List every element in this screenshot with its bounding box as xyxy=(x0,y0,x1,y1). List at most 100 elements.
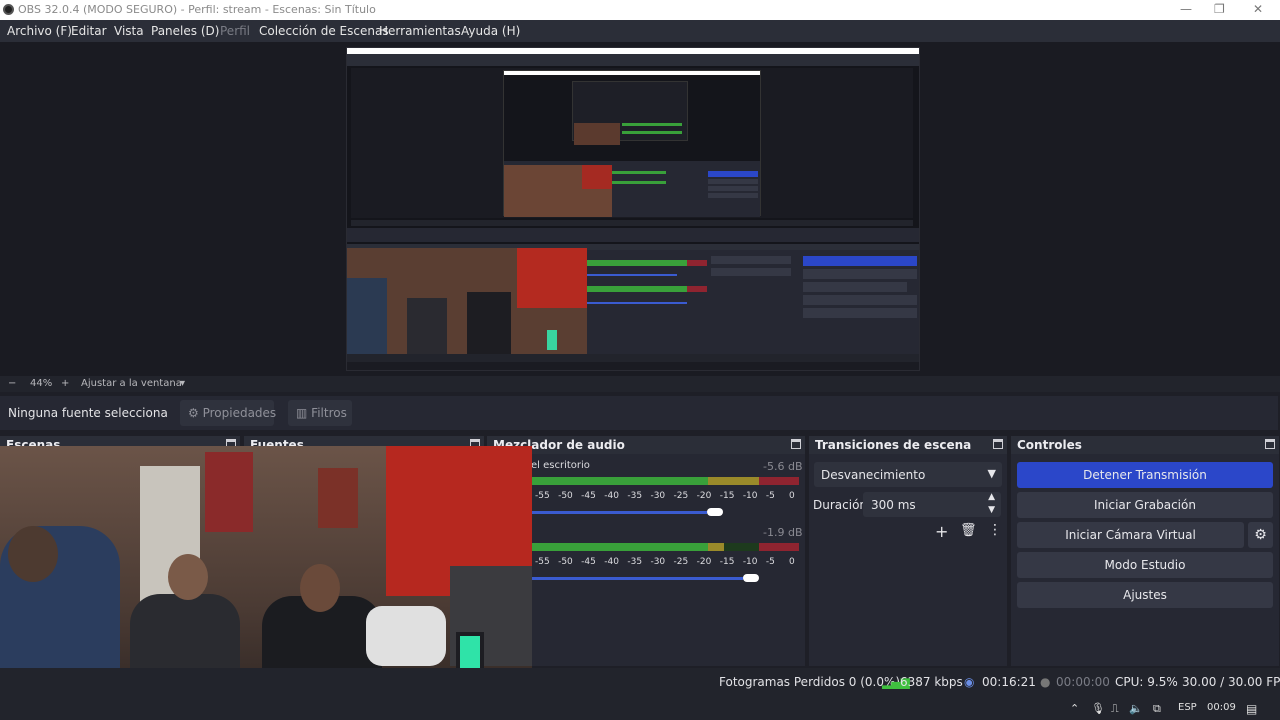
fps: 30.00 / 30.00 FPS xyxy=(1182,675,1280,689)
menu-vista[interactable]: Vista xyxy=(114,24,144,38)
mixer-channel-db: -1.9 dB xyxy=(763,526,803,539)
preview-canvas[interactable] xyxy=(346,47,920,371)
menu-perfil[interactable]: Perfil xyxy=(220,24,250,38)
menu-herramientas[interactable]: Herramientas xyxy=(379,24,461,38)
filters-button[interactable]: ▥ Filtros xyxy=(288,400,352,426)
stop-stream-button[interactable]: Detener Transmisión xyxy=(1017,462,1273,488)
transitions-dock-title: Transiciones de escena xyxy=(815,438,972,452)
menu-archivo[interactable]: Archivo (F) xyxy=(7,24,72,38)
undock-icon[interactable] xyxy=(791,439,801,449)
microphone-icon[interactable]: 🎙 xyxy=(1091,702,1105,715)
zoom-dropdown-icon[interactable]: ▾ xyxy=(180,378,185,389)
volume-icon[interactable]: 🔈 xyxy=(1129,702,1143,715)
transitions-dock: Transiciones de escena Desvanecimiento ▼… xyxy=(809,436,1007,666)
meter-red-segment xyxy=(758,543,799,551)
mixer-scale-tick: 0 xyxy=(789,491,795,501)
clock[interactable]: 00:09 xyxy=(1207,702,1236,713)
preview-mini-webcam xyxy=(347,248,587,370)
volume-slider-track[interactable] xyxy=(531,577,744,580)
filter-icon: ▥ xyxy=(296,406,308,420)
duration-value: 300 ms xyxy=(871,498,916,512)
properties-button[interactable]: ⚙ Propiedades xyxy=(180,400,277,426)
status-bar: Fotogramas Perdidos 0 (0.0%) ▂▄▆ 6387 kb… xyxy=(0,668,1280,696)
mixer-channel-db: -5.6 dB xyxy=(763,460,803,473)
meter-yellow-segment xyxy=(707,477,759,485)
mixer-dock-header: Mezclador de audio xyxy=(487,436,805,454)
mixer-scale-tick: -50 xyxy=(558,557,573,567)
studio-mode-button[interactable]: Modo Estudio xyxy=(1017,552,1273,578)
volume-slider-track[interactable] xyxy=(531,511,707,514)
dropped-frames: Fotogramas Perdidos 0 (0.0%) xyxy=(719,675,901,689)
close-icon[interactable]: ✕ xyxy=(1253,2,1263,16)
virtual-camera-button[interactable]: Iniciar Cámara Virtual xyxy=(1017,522,1244,548)
settings-button[interactable]: Ajustes xyxy=(1017,582,1273,608)
mixer-scale-tick: -25 xyxy=(673,491,689,501)
mixer-scale-tick: -55 xyxy=(535,491,550,501)
controls-dock: Controles Detener Transmisión Iniciar Gr… xyxy=(1011,436,1279,666)
spin-up-icon[interactable]: ▲ xyxy=(988,492,995,502)
zoom-value: 44% xyxy=(30,378,53,389)
mixer-body: el escritorio -5.6 dB -55 -50 -45 -40 -35 -30 -2… xyxy=(487,454,805,666)
undock-icon[interactable] xyxy=(993,439,1003,449)
virtual-camera-settings-icon[interactable]: ⚙ xyxy=(1248,522,1273,548)
start-recording-button[interactable]: Iniciar Grabación xyxy=(1017,492,1273,518)
mixer-level-meter xyxy=(531,543,799,551)
audio-mixer-dock: Mezclador de audio el escritorio -5.6 dB -… xyxy=(487,436,805,666)
meter-green-segment xyxy=(531,543,708,551)
more-options-icon[interactable]: ⋮ xyxy=(988,522,1002,538)
mixer-scale-tick: -15 xyxy=(719,557,735,567)
volume-slider-knob[interactable] xyxy=(743,574,760,582)
trash-icon[interactable]: 🗑 xyxy=(960,523,977,538)
zoom-out-button[interactable]: − xyxy=(8,378,16,389)
mixer-scale-tick: -20 xyxy=(696,557,712,567)
zoom-fit-label: Ajustar a la ventana xyxy=(81,378,182,389)
duration-spinbox[interactable]: 300 ms ▲ ▼ xyxy=(863,492,1001,517)
mixer-scale-tick: -15 xyxy=(719,491,735,501)
transition-select-value: Desvanecimiento xyxy=(821,468,926,482)
mixer-scale-tick: -20 xyxy=(696,491,712,501)
mixer-scale-tick: -30 xyxy=(650,491,666,501)
maximize-icon[interactable]: ❐ xyxy=(1214,2,1225,16)
preview-mini-taskbar xyxy=(347,362,919,370)
spin-down-icon[interactable]: ▼ xyxy=(988,505,995,515)
notification-icon[interactable]: ▤ xyxy=(1246,702,1257,716)
record-timer: 00:00:00 xyxy=(1056,675,1110,689)
mixer-scale-tick: -45 xyxy=(581,557,596,567)
menu-bar: Archivo (F) Editar Vista Paneles (D) Per… xyxy=(0,20,1280,42)
transition-select[interactable]: Desvanecimiento ▼ xyxy=(814,462,1002,487)
properties-label: Propiedades xyxy=(202,406,277,420)
preview-mini-sourcebar xyxy=(347,228,919,242)
mixer-scale-tick: -10 xyxy=(742,557,758,567)
no-source-label: Ninguna fuente selecciona xyxy=(8,406,168,420)
add-transition-icon[interactable]: + xyxy=(935,522,948,541)
mixer-channel-name: el escritorio xyxy=(531,460,590,471)
controls-dock-title: Controles xyxy=(1017,438,1082,452)
menu-ayuda[interactable]: Ayuda (H) xyxy=(461,24,520,38)
bitrate: 6387 kbps xyxy=(900,675,963,689)
menu-editar[interactable]: Editar xyxy=(71,24,107,38)
menu-paneles[interactable]: Paneles (D) xyxy=(151,24,219,38)
undock-icon[interactable] xyxy=(1265,439,1275,449)
preview-mini-statusbar xyxy=(347,354,919,362)
zoom-bar: − 44% + Ajustar a la ventana ▾ xyxy=(0,376,1280,392)
broadcast-icon: ◉ xyxy=(964,675,975,689)
usb-icon[interactable]: ⎍ xyxy=(1111,702,1119,716)
meter-yellow-segment xyxy=(707,543,724,551)
chevron-up-icon[interactable]: ⌃ xyxy=(1070,702,1079,715)
keyboard-language[interactable]: ESP xyxy=(1178,702,1197,713)
chevron-down-icon: ▼ xyxy=(987,467,996,480)
menu-coleccion[interactable]: Colección de Escenas xyxy=(259,24,389,38)
cpu-usage: CPU: 9.5% xyxy=(1115,675,1178,689)
mixer-scale-tick: -40 xyxy=(604,491,619,501)
network-icon[interactable]: ⧉ xyxy=(1153,702,1161,716)
source-toolbar: Ninguna fuente selecciona ⚙ Propiedades … xyxy=(0,396,1278,430)
stream-timer: 00:16:21 xyxy=(982,675,1036,689)
filters-label: Filtros xyxy=(311,406,347,420)
mixer-scale-tick: -25 xyxy=(673,557,689,567)
mixer-level-meter xyxy=(531,477,799,485)
mixer-scale-tick: -40 xyxy=(604,557,619,567)
mixer-scale-tick: -45 xyxy=(581,491,596,501)
minimize-icon[interactable]: — xyxy=(1180,2,1192,16)
zoom-in-button[interactable]: + xyxy=(61,378,69,389)
volume-slider-knob[interactable] xyxy=(706,508,723,516)
